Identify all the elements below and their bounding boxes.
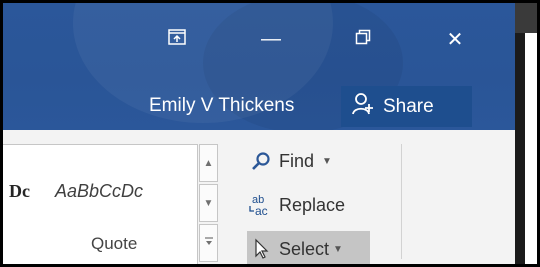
title-bar: — ✕ Emily V Thickens Share <box>3 3 515 130</box>
replace-button[interactable]: ab ac Replace <box>247 190 345 220</box>
ribbon-display-options-icon <box>168 28 186 51</box>
share-button[interactable]: Share <box>341 86 472 127</box>
person-add-icon <box>351 92 375 121</box>
style-item-quote-name[interactable]: Quote <box>91 234 137 254</box>
restore-button[interactable] <box>343 25 383 53</box>
style-item-cut[interactable]: Dc <box>9 181 30 202</box>
minimize-icon: — <box>261 27 281 50</box>
ribbon-display-options-button[interactable] <box>157 25 197 53</box>
restore-icon <box>355 28 371 51</box>
replace-label: Replace <box>279 194 346 215</box>
adjacent-window-edge <box>515 3 537 264</box>
minimize-button[interactable]: — <box>251 25 291 53</box>
chevron-down-icon[interactable]: ▼ <box>322 156 332 167</box>
styles-gallery-scroller: ▲ ▼ <box>198 144 221 264</box>
share-label: Share <box>383 95 434 117</box>
close-button[interactable]: ✕ <box>435 25 475 53</box>
styles-scroll-down-button[interactable]: ▼ <box>199 184 218 222</box>
magnifier-icon <box>247 151 275 171</box>
gallery-more-icon <box>204 236 214 251</box>
account-user-name[interactable]: Emily V Thickens <box>149 95 294 117</box>
word-window: — ✕ Emily V Thickens Share Dc AaBbCcDc Q… <box>0 0 540 267</box>
cursor-arrow-icon <box>247 238 275 260</box>
select-label: Select <box>279 238 330 259</box>
find-label: Find <box>279 150 315 171</box>
select-button[interactable]: Select ▼ <box>247 231 370 264</box>
style-item-quote-sample[interactable]: AaBbCcDc <box>55 181 143 202</box>
editing-group: Find ▼ ab ac Replace Select ▼ <box>247 144 387 264</box>
ribbon-home-tab: Dc AaBbCcDc Quote ▲ ▼ Find ▼ ab ac Repla… <box>3 130 515 264</box>
group-divider <box>401 144 402 259</box>
window-edge-shadow <box>515 3 525 264</box>
chevron-down-icon: ▼ <box>203 197 214 209</box>
styles-more-button[interactable] <box>199 224 218 262</box>
replace-icon: ab ac <box>247 192 275 218</box>
window-edge-corner <box>515 3 537 33</box>
find-button[interactable]: Find ▼ <box>247 146 332 176</box>
styles-gallery: Dc AaBbCcDc Quote <box>3 144 198 264</box>
chevron-down-icon: ▼ <box>333 243 343 255</box>
svg-text:ac: ac <box>255 204 268 218</box>
styles-scroll-up-button[interactable]: ▲ <box>199 144 218 182</box>
chevron-up-icon: ▲ <box>203 157 214 169</box>
close-icon: ✕ <box>446 28 464 51</box>
